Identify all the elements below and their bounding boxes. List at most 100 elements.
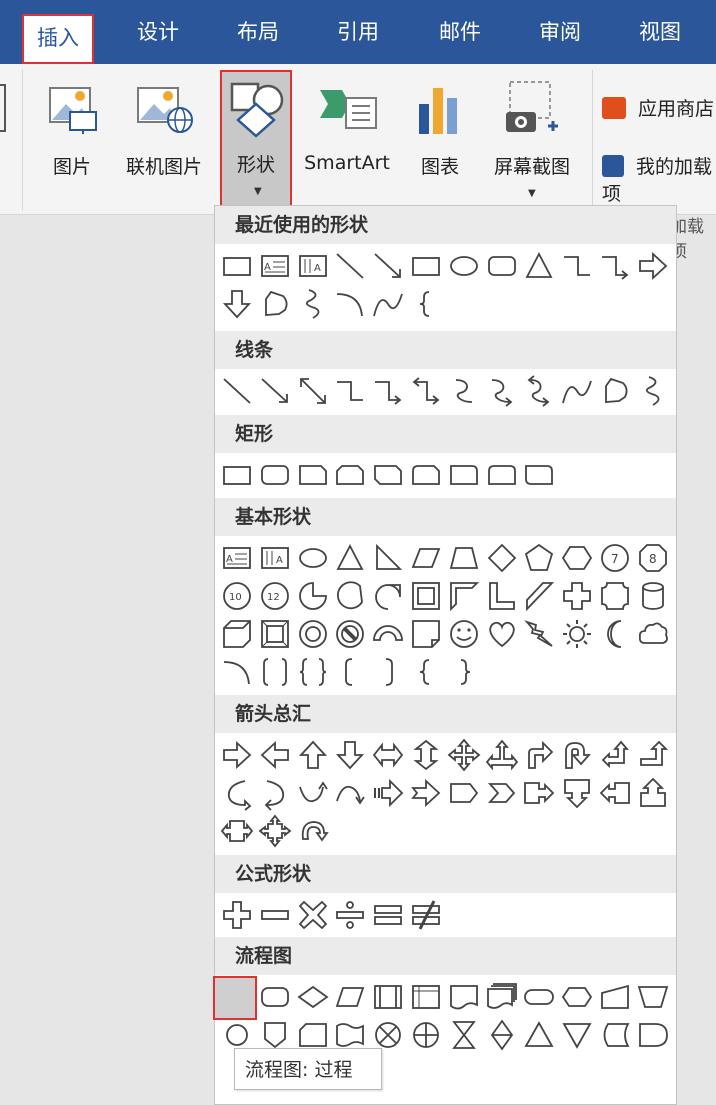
shape-oval-icon[interactable] — [446, 248, 482, 284]
shape-rbracket-icon[interactable] — [370, 654, 406, 690]
shape-octagon-icon[interactable]: 8 — [635, 540, 671, 576]
shape-curveddown-icon[interactable] — [332, 775, 368, 811]
shape-minus-icon[interactable] — [257, 897, 293, 933]
shape-frame-icon[interactable] — [408, 578, 444, 614]
shape-freeform-icon[interactable] — [257, 286, 293, 322]
shape-freeform-icon[interactable] — [597, 373, 633, 409]
tab-review[interactable]: 审阅 — [528, 12, 592, 52]
shape-sniprounded-icon[interactable] — [408, 457, 444, 493]
shape-extract-icon[interactable] — [521, 1017, 557, 1053]
my-addins-button[interactable]: 我的加载项 — [602, 152, 716, 206]
shape-internal-icon[interactable] — [408, 979, 444, 1015]
shape-hexagon-icon[interactable] — [559, 540, 595, 576]
shape-arrowline-icon[interactable] — [370, 248, 406, 284]
shape-stripedright-icon[interactable] — [370, 775, 406, 811]
shape-arc-icon[interactable] — [332, 286, 368, 322]
shape-leftarrow-icon[interactable] — [257, 737, 293, 773]
shape-uturnarrow-icon[interactable] — [559, 737, 595, 773]
shape-snipdiag-icon[interactable] — [370, 457, 406, 493]
shape-elbow-icon[interactable] — [332, 373, 368, 409]
shape-preparation-icon[interactable] — [559, 979, 595, 1015]
shape-textbox-icon[interactable]: A — [219, 540, 255, 576]
shape-lbracket-icon[interactable] — [332, 654, 368, 690]
shape-bentuparrow-icon[interactable] — [635, 737, 671, 773]
shape-round2-icon[interactable] — [484, 457, 520, 493]
shape-dblelbow-icon[interactable] — [408, 373, 444, 409]
shape-delay-icon[interactable] — [635, 1017, 671, 1053]
shape-roundrect-icon[interactable] — [484, 248, 520, 284]
shape-multiply-icon[interactable] — [295, 897, 331, 933]
shape-donut-icon[interactable] — [295, 616, 331, 652]
shape-dblbrace-icon[interactable] — [295, 654, 331, 690]
shape-rect-icon[interactable] — [219, 248, 255, 284]
shape-data-icon[interactable] — [332, 979, 368, 1015]
shape-diamond-icon[interactable] — [484, 540, 520, 576]
shape-quadarrow-icon[interactable] — [446, 737, 482, 773]
shape-lshape-icon[interactable] — [484, 578, 520, 614]
shape-line-icon[interactable] — [332, 248, 368, 284]
smartart-button[interactable]: SmartArt — [296, 74, 398, 184]
picture-button[interactable]: 图片 — [38, 74, 106, 184]
shape-merge-icon[interactable] — [559, 1017, 595, 1053]
shape-rect-icon[interactable] — [219, 457, 255, 493]
shape-pie-icon[interactable] — [295, 578, 331, 614]
shape-cube-icon[interactable] — [219, 616, 255, 652]
shape-triangle-icon[interactable] — [521, 248, 557, 284]
shape-upcallout-icon[interactable] — [635, 775, 671, 811]
shape-storeddata-icon[interactable] — [597, 1017, 633, 1053]
shape-sort-icon[interactable] — [484, 1017, 520, 1053]
shape-diagstripe-icon[interactable] — [521, 578, 557, 614]
shape-predefined-icon[interactable] — [370, 979, 406, 1015]
shape-lrarrow-icon[interactable] — [370, 737, 406, 773]
shape-or-icon[interactable] — [408, 1017, 444, 1053]
shape-downarrow-icon[interactable] — [219, 286, 255, 322]
shape-quadcallout-icon[interactable] — [257, 813, 293, 849]
shape-round1-icon[interactable] — [446, 457, 482, 493]
shape-rounddiag-icon[interactable] — [521, 457, 557, 493]
shape-vtextbox-icon[interactable]: A — [257, 540, 293, 576]
shape-downcallout-icon[interactable] — [559, 775, 595, 811]
tab-insert[interactable]: 插入 — [22, 14, 94, 64]
shape-blockarc-icon[interactable] — [370, 616, 406, 652]
shape-lbrace-icon[interactable] — [408, 654, 444, 690]
shape-scribble-icon[interactable] — [635, 373, 671, 409]
shape-decagon-icon[interactable]: 10 — [219, 578, 255, 614]
shape-teardrop-icon[interactable] — [370, 578, 406, 614]
shape-cross-icon[interactable] — [559, 578, 595, 614]
shape-oval-icon[interactable] — [295, 540, 331, 576]
shape-curvedup-icon[interactable] — [295, 775, 331, 811]
shape-line-icon[interactable] — [219, 373, 255, 409]
shape-lbrace-icon[interactable] — [408, 286, 444, 322]
app-store-button[interactable]: 应用商店 — [602, 94, 714, 121]
shape-chevron-icon[interactable] — [484, 775, 520, 811]
shape-rightcallout-icon[interactable] — [521, 775, 557, 811]
shape-can-icon[interactable] — [635, 578, 671, 614]
shape-dblbracket-icon[interactable] — [257, 654, 293, 690]
shape-manualinput-icon[interactable] — [597, 979, 633, 1015]
shape-manualop-icon[interactable] — [635, 979, 671, 1015]
online-picture-button[interactable]: 联机图片 — [118, 74, 210, 184]
shape-elbow-icon[interactable] — [559, 248, 595, 284]
shape-plus-icon[interactable] — [219, 897, 255, 933]
shape-uparrow-icon[interactable] — [295, 737, 331, 773]
shape-equal-icon[interactable] — [370, 897, 406, 933]
shape-rightarrow-icon[interactable] — [219, 737, 255, 773]
shape-halfframe-icon[interactable] — [446, 578, 482, 614]
shape-curvedleft-icon[interactable] — [257, 775, 293, 811]
shape-moon-icon[interactable] — [597, 616, 633, 652]
shape-snip1-icon[interactable] — [295, 457, 331, 493]
shape-leftcallout-icon[interactable] — [597, 775, 633, 811]
tab-mailings[interactable]: 邮件 — [428, 12, 492, 52]
shape-chord-icon[interactable] — [332, 578, 368, 614]
shape-dblarrowline-icon[interactable] — [295, 373, 331, 409]
shape-parallelogram-icon[interactable] — [408, 540, 444, 576]
shape-curve-icon[interactable] — [559, 373, 595, 409]
shape-terminator-icon[interactable] — [521, 979, 557, 1015]
shape-collate-icon[interactable] — [446, 1017, 482, 1053]
shape-document-icon[interactable] — [446, 979, 482, 1015]
shape-rightarrow-icon[interactable] — [635, 248, 671, 284]
shape-sun-icon[interactable] — [559, 616, 595, 652]
shape-scribble-icon[interactable] — [295, 286, 331, 322]
shape-multidoc-icon[interactable] — [484, 979, 520, 1015]
tab-references[interactable]: 引用 — [326, 12, 390, 52]
